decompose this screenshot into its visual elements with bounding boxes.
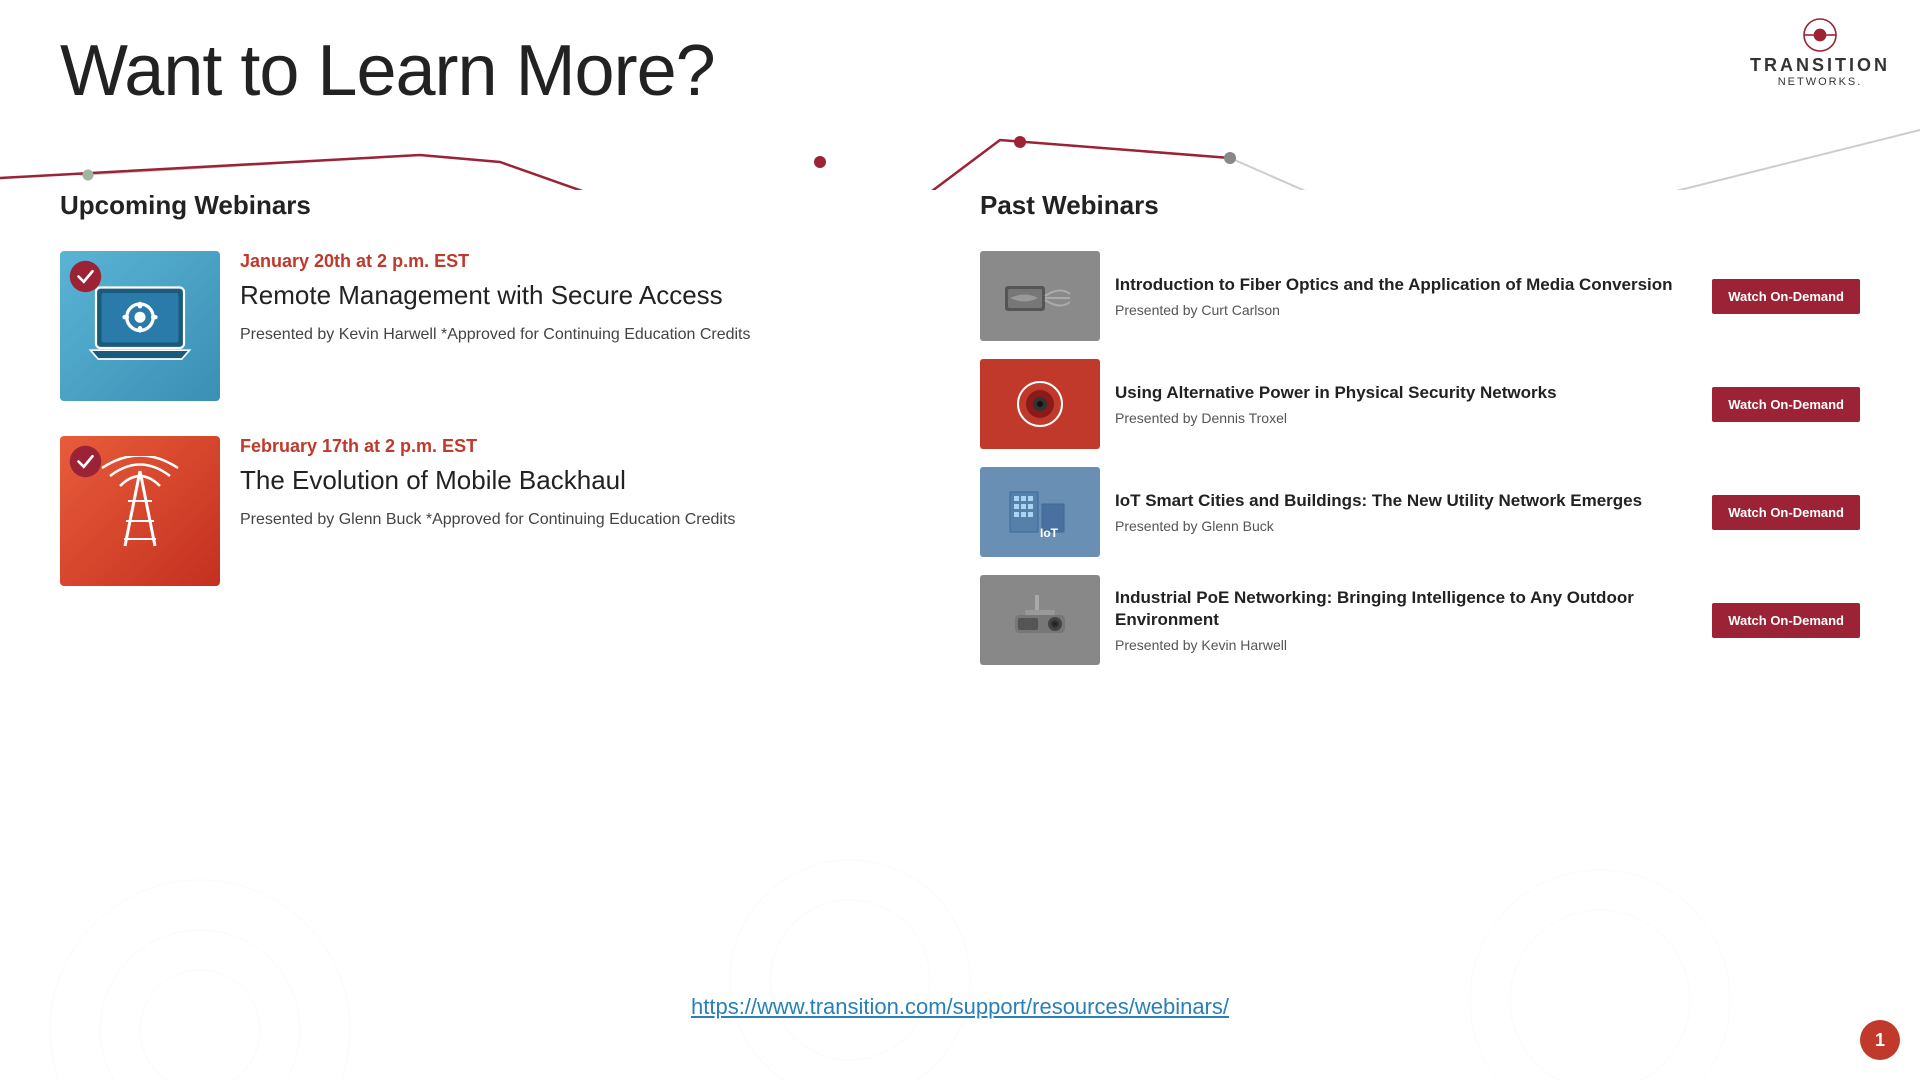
webinar-2-thumbnail — [60, 436, 220, 586]
past-webinar-4: Industrial PoE Networking: Bringing Inte… — [980, 575, 1860, 665]
logo-line2: NETWORKS. — [1778, 76, 1863, 88]
past-webinar-4-info: Industrial PoE Networking: Bringing Inte… — [1115, 587, 1697, 653]
past-webinars-section: Past Webinars Introduction to Fiber Opti… — [980, 190, 1860, 683]
upcoming-webinar-2: February 17th at 2 p.m. EST The Evolutio… — [60, 436, 940, 586]
past-webinar-3-info: IoT Smart Cities and Buildings: The New … — [1115, 490, 1697, 534]
svg-text:IoT: IoT — [1040, 526, 1059, 540]
watch-btn-4[interactable]: Watch On-Demand — [1712, 603, 1860, 638]
main-columns: Upcoming Webinars — [60, 190, 1860, 683]
webinar-2-title: The Evolution of Mobile Backhaul — [240, 465, 940, 496]
page-title: Want to Learn More? — [60, 30, 715, 112]
past-webinar-3-thumbnail: IoT — [980, 467, 1100, 557]
past-webinar-2-title: Using Alternative Power in Physical Secu… — [1115, 382, 1697, 404]
past-webinar-3: IoT IoT Smart Cities and Buildings: The … — [980, 467, 1860, 557]
past-webinar-3-presenter: Presented by Glenn Buck — [1115, 518, 1697, 534]
watch-btn-3[interactable]: Watch On-Demand — [1712, 495, 1860, 530]
past-webinar-2-presenter: Presented by Dennis Troxel — [1115, 410, 1697, 426]
decorative-line — [0, 120, 1920, 190]
watch-btn-2[interactable]: Watch On-Demand — [1712, 387, 1860, 422]
past-webinar-2: Using Alternative Power in Physical Secu… — [980, 359, 1860, 449]
past-webinar-4-title: Industrial PoE Networking: Bringing Inte… — [1115, 587, 1697, 631]
past-section-title: Past Webinars — [980, 190, 1860, 221]
past-webinar-2-info: Using Alternative Power in Physical Secu… — [1115, 382, 1697, 426]
webinar-2-info: February 17th at 2 p.m. EST The Evolutio… — [240, 436, 940, 532]
past-webinar-1-presenter: Presented by Curt Carlson — [1115, 302, 1697, 318]
past-webinar-4-thumbnail — [980, 575, 1100, 665]
resource-url[interactable]: https://www.transition.com/support/resou… — [691, 994, 1229, 1020]
upcoming-section-title: Upcoming Webinars — [60, 190, 940, 221]
past-webinar-3-title: IoT Smart Cities and Buildings: The New … — [1115, 490, 1697, 512]
watch-btn-1[interactable]: Watch On-Demand — [1712, 279, 1860, 314]
webinar-2-presenter: Presented by Glenn Buck *Approved for Co… — [240, 508, 940, 532]
upcoming-webinar-1: January 20th at 2 p.m. EST Remote Manage… — [60, 251, 940, 401]
upcoming-webinars-section: Upcoming Webinars — [60, 190, 940, 683]
company-logo: TRANSITION NETWORKS. — [1750, 15, 1890, 88]
past-webinar-4-presenter: Presented by Kevin Harwell — [1115, 637, 1697, 653]
webinar-1-info: January 20th at 2 p.m. EST Remote Manage… — [240, 251, 940, 347]
slide-number: 1 — [1860, 1020, 1900, 1060]
webinar-2-date: February 17th at 2 p.m. EST — [240, 436, 940, 457]
logo-line1: TRANSITION — [1750, 55, 1890, 76]
webinar-1-presenter: Presented by Kevin Harwell *Approved for… — [240, 323, 940, 347]
past-webinar-2-thumbnail — [980, 359, 1100, 449]
past-webinar-1-info: Introduction to Fiber Optics and the App… — [1115, 274, 1697, 318]
past-webinar-1-title: Introduction to Fiber Optics and the App… — [1115, 274, 1697, 296]
past-webinar-1: Introduction to Fiber Optics and the App… — [980, 251, 1860, 341]
webinar-1-title: Remote Management with Secure Access — [240, 280, 940, 311]
webinar-1-date: January 20th at 2 p.m. EST — [240, 251, 940, 272]
webinar-1-thumbnail — [60, 251, 220, 401]
past-webinar-1-thumbnail — [980, 251, 1100, 341]
